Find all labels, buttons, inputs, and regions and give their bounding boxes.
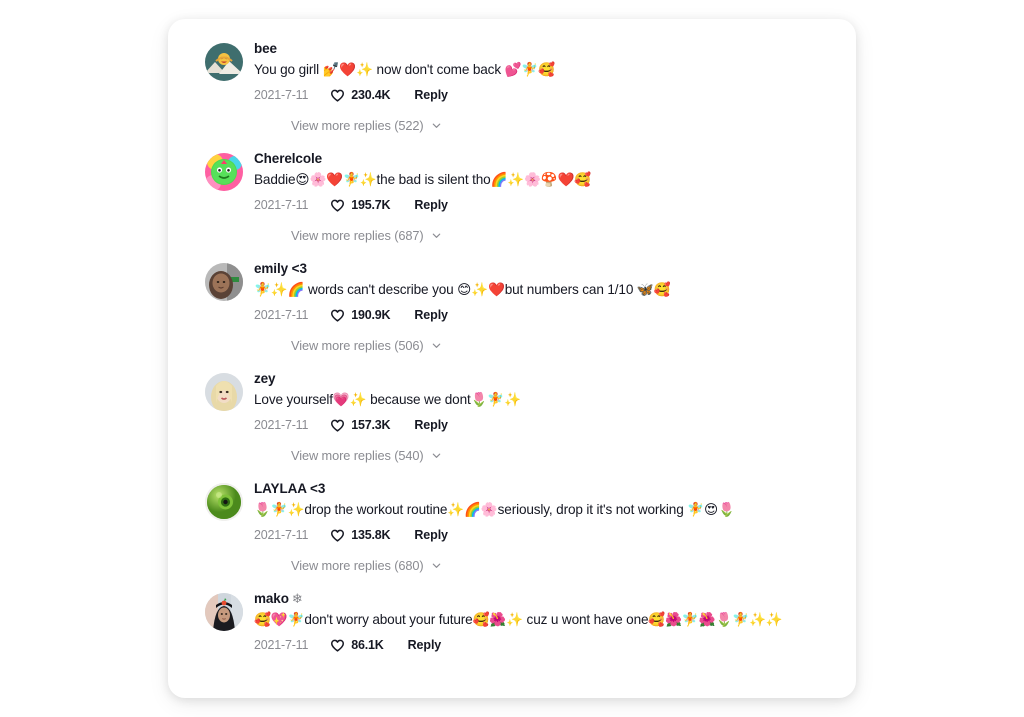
heart-outline-icon (331, 309, 345, 322)
comment-body: zey Love yourself💗✨ because we dont🌷🧚✨ 2… (254, 369, 838, 435)
comment-text: Baddie😍🌸❤️🧚✨the bad is silent tho🌈✨🌸🍄❤️🥰 (254, 172, 592, 187)
comment-body: LAYLAA <3 🌷🧚✨drop the workout routine✨🌈🌸… (254, 479, 838, 545)
comment-body: bee You go girll 💅❤️✨ now don't come bac… (254, 39, 838, 105)
like-button[interactable]: 157.3K (330, 418, 391, 433)
chevron-down-icon (432, 343, 440, 348)
reply-button[interactable]: Reply (414, 308, 448, 322)
comment-username-text: Cherelcole (254, 151, 323, 166)
comment-meta-row: 2021-7-11 190.9K Reply (254, 305, 838, 325)
comment-date: 2021-7-11 (254, 88, 309, 102)
comment-text: Love yourself💗✨ because we dont🌷🧚✨ (254, 392, 521, 407)
comment-main: Cherelcole Baddie😍🌸❤️🧚✨the bad is silent… (205, 149, 838, 215)
avatar-zey[interactable] (205, 373, 243, 411)
comment-body: mako ❄ 🥰💖🧚don't worry about your future🥰… (254, 589, 838, 655)
comment-item-2: emily <3 🧚✨🌈 words can't describe you 😊✨… (168, 259, 856, 353)
avatar-laylaa[interactable] (205, 483, 243, 521)
comment-username-text: LAYLAA <3 (254, 481, 326, 496)
comments-card: bee You go girll 💅❤️✨ now don't come bac… (168, 19, 856, 698)
heart-outline-icon (331, 639, 345, 652)
comment-username-text: mako (254, 591, 289, 606)
chevron-down-icon (432, 233, 440, 238)
avatar-bee[interactable] (205, 43, 243, 81)
like-count: 86.1K (351, 638, 384, 652)
comment-text: 🥰💖🧚don't worry about your future🥰🌺✨ cuz … (254, 612, 783, 627)
username-emoji-icon: ❄ (291, 591, 303, 606)
comment-text: You go girll 💅❤️✨ now don't come back 💕🧚… (254, 62, 555, 77)
view-more-replies-label: View more replies (506) (291, 338, 424, 353)
comment-list: bee You go girll 💅❤️✨ now don't come bac… (168, 19, 856, 655)
reply-button[interactable]: Reply (414, 418, 448, 432)
comment-meta-row: 2021-7-11 195.7K Reply (254, 195, 838, 215)
comment-item-3: zey Love yourself💗✨ because we dont🌷🧚✨ 2… (168, 369, 856, 463)
comment-username-text: bee (254, 41, 277, 56)
comment-username-text: emily <3 (254, 261, 307, 276)
reply-button[interactable]: Reply (414, 528, 448, 542)
view-more-replies-button[interactable]: View more replies (680) (291, 558, 442, 573)
comment-date: 2021-7-11 (254, 418, 309, 432)
chevron-down-icon (432, 123, 440, 128)
chevron-down-icon (432, 453, 440, 458)
comment-main: mako ❄ 🥰💖🧚don't worry about your future🥰… (205, 589, 838, 655)
avatar-cherelcole[interactable] (205, 153, 243, 191)
comment-username[interactable]: mako ❄ (254, 589, 838, 608)
comment-date: 2021-7-11 (254, 308, 309, 322)
view-more-replies-label: View more replies (687) (291, 228, 424, 243)
like-count: 230.4K (351, 88, 391, 102)
like-button[interactable]: 86.1K (330, 638, 384, 653)
chevron-down-icon (432, 563, 440, 568)
like-button[interactable]: 230.4K (330, 88, 391, 103)
comment-meta-row: 2021-7-11 157.3K Reply (254, 415, 838, 435)
comment-meta-row: 2021-7-11 135.8K Reply (254, 525, 838, 545)
like-count: 135.8K (351, 528, 391, 542)
comment-main: bee You go girll 💅❤️✨ now don't come bac… (205, 39, 838, 105)
like-count: 195.7K (351, 198, 391, 212)
comment-username[interactable]: emily <3 (254, 259, 838, 278)
view-more-replies-button[interactable]: View more replies (506) (291, 338, 442, 353)
view-more-replies-label: View more replies (680) (291, 558, 424, 573)
avatar-emily[interactable] (205, 263, 243, 301)
comment-body: emily <3 🧚✨🌈 words can't describe you 😊✨… (254, 259, 838, 325)
like-count: 190.9K (351, 308, 391, 322)
comment-item-0: bee You go girll 💅❤️✨ now don't come bac… (168, 39, 856, 133)
comment-date: 2021-7-11 (254, 638, 309, 652)
page-root: bee You go girll 💅❤️✨ now don't come bac… (0, 0, 1024, 717)
comment-username[interactable]: bee (254, 39, 838, 58)
comment-username[interactable]: Cherelcole (254, 149, 838, 168)
reply-button[interactable]: Reply (408, 638, 442, 652)
comment-item-5: mako ❄ 🥰💖🧚don't worry about your future🥰… (168, 589, 856, 655)
comment-main: emily <3 🧚✨🌈 words can't describe you 😊✨… (205, 259, 838, 325)
like-button[interactable]: 195.7K (330, 198, 391, 213)
like-button[interactable]: 135.8K (330, 528, 391, 543)
comment-text: 🧚✨🌈 words can't describe you 😊✨❤️but num… (254, 282, 671, 297)
comment-item-1: Cherelcole Baddie😍🌸❤️🧚✨the bad is silent… (168, 149, 856, 243)
view-more-replies-button[interactable]: View more replies (540) (291, 448, 442, 463)
heart-outline-icon (331, 419, 345, 432)
comment-meta-row: 2021-7-11 230.4K Reply (254, 85, 838, 105)
view-more-replies-label: View more replies (540) (291, 448, 424, 463)
view-more-replies-button[interactable]: View more replies (522) (291, 118, 442, 133)
like-count: 157.3K (351, 418, 391, 432)
comment-username-text: zey (254, 371, 276, 386)
view-more-replies-label: View more replies (522) (291, 118, 424, 133)
reply-button[interactable]: Reply (414, 198, 448, 212)
heart-outline-icon (331, 199, 345, 212)
heart-outline-icon (331, 89, 345, 102)
avatar-mako[interactable] (205, 593, 243, 631)
comment-main: LAYLAA <3 🌷🧚✨drop the workout routine✨🌈🌸… (205, 479, 838, 545)
reply-button[interactable]: Reply (414, 88, 448, 102)
comment-main: zey Love yourself💗✨ because we dont🌷🧚✨ 2… (205, 369, 838, 435)
comment-body: Cherelcole Baddie😍🌸❤️🧚✨the bad is silent… (254, 149, 838, 215)
comment-meta-row: 2021-7-11 86.1K Reply (254, 635, 838, 655)
heart-outline-icon (331, 529, 345, 542)
view-more-replies-button[interactable]: View more replies (687) (291, 228, 442, 243)
comment-item-4: LAYLAA <3 🌷🧚✨drop the workout routine✨🌈🌸… (168, 479, 856, 573)
comment-username[interactable]: zey (254, 369, 838, 388)
comment-date: 2021-7-11 (254, 528, 309, 542)
comment-date: 2021-7-11 (254, 198, 309, 212)
like-button[interactable]: 190.9K (330, 308, 391, 323)
comment-text: 🌷🧚✨drop the workout routine✨🌈🌸seriously,… (254, 502, 735, 517)
comment-username[interactable]: LAYLAA <3 (254, 479, 838, 498)
